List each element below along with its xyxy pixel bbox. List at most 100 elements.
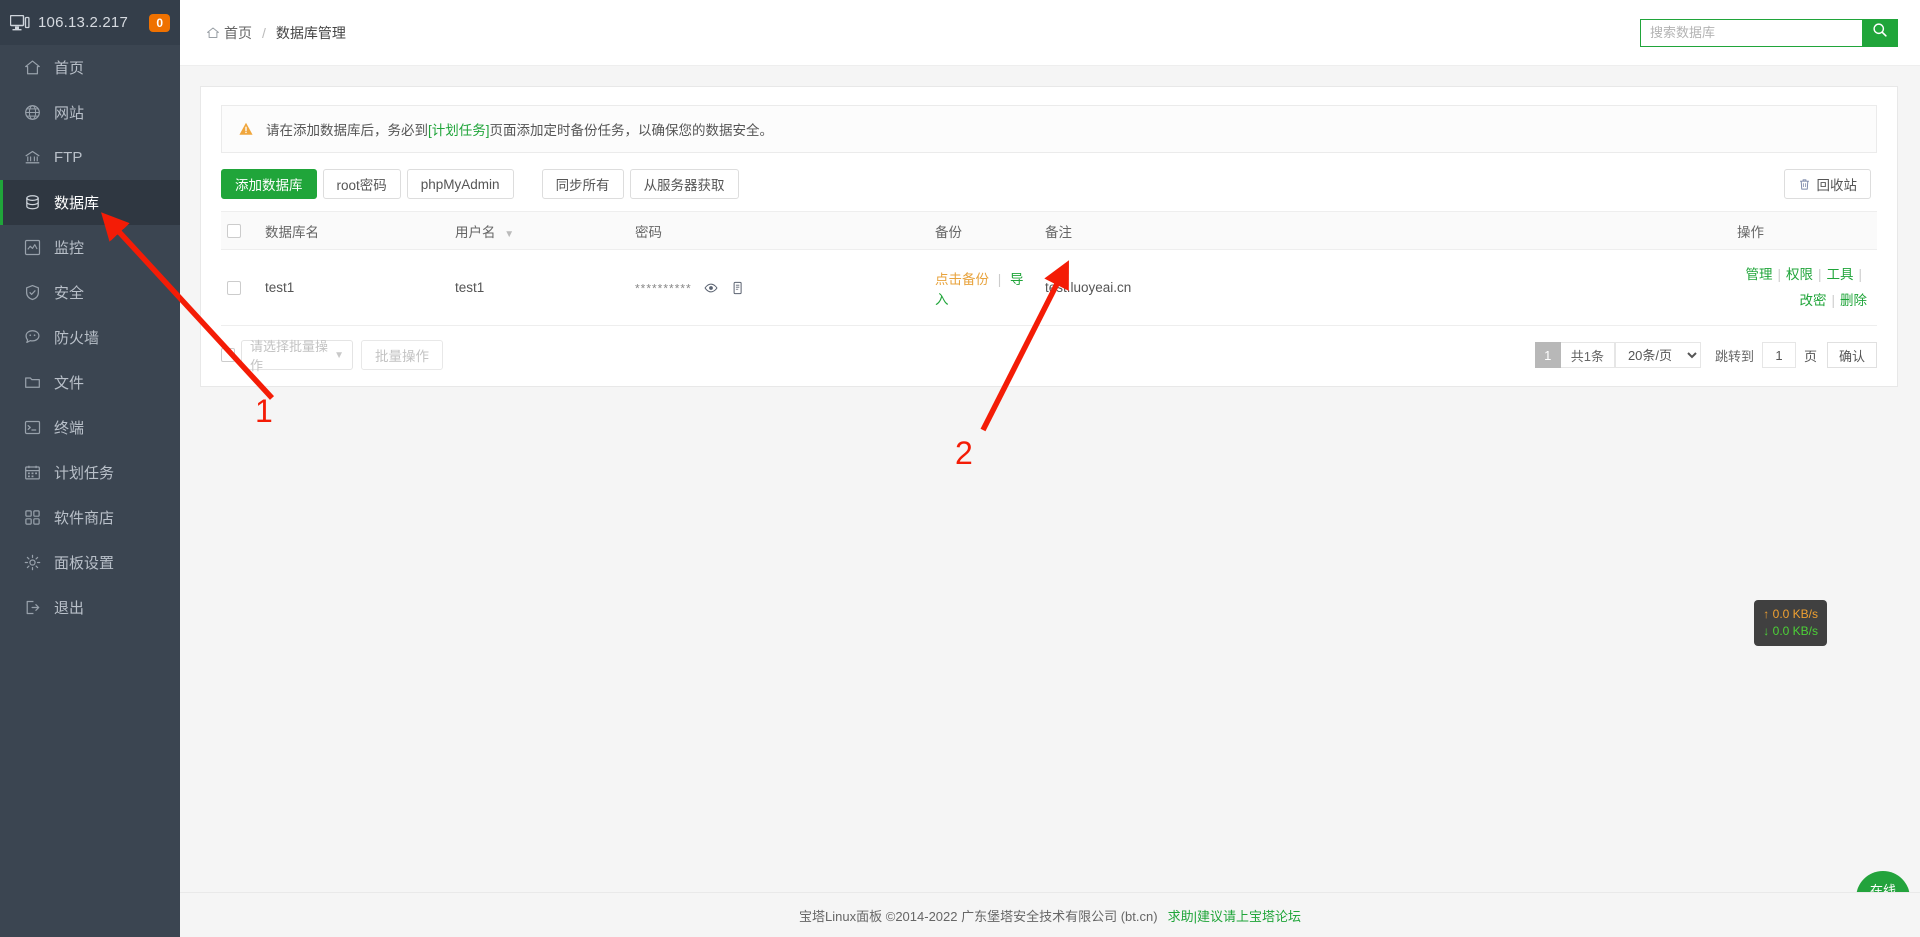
pagination: 1 共1条 10条/页 20条/页 50条/页 100条/页 跳转到 页 确认 (1534, 342, 1877, 369)
sidebar-item-appstore[interactable]: 软件商店 (0, 495, 180, 540)
download-speed: 0.0 KB/s (1772, 624, 1818, 638)
grid-icon (22, 508, 42, 528)
column-header-user[interactable]: 用户名 ▼ (445, 211, 625, 250)
footer-copyright: 宝塔Linux面板 ©2014-2022 广东堡塔安全技术有限公司 (bt.cn… (799, 908, 1158, 924)
search-icon (1872, 22, 1888, 43)
sidebar-item-settings[interactable]: 面板设置 (0, 540, 180, 585)
sidebar: 106.13.2.217 0 首页 网站 FTP 数据库 监控 安全 防火墙 文… (0, 0, 180, 937)
column-header-name: 数据库名 (255, 211, 445, 250)
logout-icon (22, 598, 42, 618)
sidebar-item-crontab[interactable]: 计划任务 (0, 450, 180, 495)
arrow-up-icon: ↑ (1763, 607, 1770, 621)
pagination-current-page[interactable]: 1 (1534, 342, 1561, 369)
op-permission-link[interactable]: 权限 (1786, 267, 1813, 282)
crontab-link[interactable]: [计划任务] (428, 123, 490, 138)
batch-action-select[interactable]: 请选择批量操作 ▼ (241, 339, 353, 373)
pagination-confirm-button[interactable]: 确认 (1826, 342, 1877, 369)
sidebar-item-label: 终端 (54, 420, 85, 437)
row-select-cell (221, 249, 255, 327)
sidebar-item-home[interactable]: 首页 (0, 45, 180, 90)
cell-backup: 点击备份 | 导入 (925, 249, 1035, 327)
password-mask: ********** (635, 281, 692, 296)
sidebar-item-files[interactable]: 文件 (0, 360, 180, 405)
op-manage-link[interactable]: 管理 (1745, 267, 1772, 282)
sidebar-item-logout[interactable]: 退出 (0, 585, 180, 630)
table-footer-bar: 请选择批量操作 ▼ 批量操作 1 共1条 10条/页 20条/页 50条/页 1… (221, 326, 1877, 373)
search-input[interactable] (1640, 18, 1862, 47)
root-password-button[interactable]: root密码 (322, 169, 401, 199)
table-head: 数据库名 用户名 ▼ 密码 备份 备注 操作 (221, 211, 1877, 250)
backup-separator: | (997, 271, 1002, 287)
copy-icon[interactable] (731, 281, 745, 295)
calendar-icon (22, 463, 42, 483)
shield-icon (22, 283, 42, 303)
chart-icon (22, 238, 42, 258)
backup-warning: 请在添加数据库后，务必到[计划任务]页面添加定时备份任务，以确保您的数据安全。 (221, 105, 1877, 153)
sidebar-item-label: 数据库 (54, 195, 100, 212)
sidebar-item-monitor[interactable]: 监控 (0, 225, 180, 270)
trash-icon (1798, 178, 1811, 191)
row-checkbox[interactable] (227, 281, 241, 296)
select-all-checkbox[interactable] (227, 224, 241, 239)
warning-text-after: 页面添加定时备份任务，以确保您的数据安全。 (489, 123, 774, 138)
globe-icon (22, 103, 42, 123)
sidebar-item-label: 安全 (54, 285, 85, 302)
footer-forum-link[interactable]: 求助|建议请上宝塔论坛 (1168, 906, 1301, 925)
firewall-icon (22, 328, 42, 348)
batch-action-value: 请选择批量操作 (250, 339, 329, 374)
table-header-row: 数据库名 用户名 ▼ 密码 备份 备注 操作 (221, 211, 1877, 250)
caret-down-icon: ▼ (334, 349, 344, 361)
eye-icon[interactable] (704, 281, 718, 295)
table-body: test1 test1 ********** 点击备份 | 导入 test.lu… (221, 249, 1877, 327)
folder-icon (22, 373, 42, 393)
op-delete-link[interactable]: 删除 (1840, 293, 1867, 308)
home-icon (22, 58, 42, 78)
sidebar-item-label: 退出 (54, 600, 85, 617)
sidebar-item-website[interactable]: 网站 (0, 90, 180, 135)
pagination-page-unit: 页 (1803, 348, 1817, 364)
sidebar-item-ftp[interactable]: FTP (0, 135, 180, 180)
phpmyadmin-button[interactable]: phpMyAdmin (406, 169, 514, 199)
sidebar-nav: 首页 网站 FTP 数据库 监控 安全 防火墙 文件 终端 计划任务 软件商店 … (0, 45, 180, 630)
op-separator: | (1777, 267, 1781, 282)
database-toolbar: 添加数据库 root密码 phpMyAdmin 同步所有 从服务器获取 回收站 (221, 169, 1877, 199)
breadcrumb-bar: 首页 / 数据库管理 (180, 0, 1920, 66)
sync-all-button[interactable]: 同步所有 (541, 169, 624, 199)
column-header-backup: 备份 (925, 211, 1035, 250)
backup-link[interactable]: 点击备份 (935, 272, 989, 287)
database-table: 数据库名 用户名 ▼ 密码 备份 备注 操作 test1 test1 *****… (221, 211, 1877, 327)
recycle-bin-button[interactable]: 回收站 (1783, 169, 1871, 199)
breadcrumb-home-link[interactable]: 首页 (224, 23, 252, 43)
sidebar-item-terminal[interactable]: 终端 (0, 405, 180, 450)
sidebar-item-firewall[interactable]: 防火墙 (0, 315, 180, 360)
sidebar-item-security[interactable]: 安全 (0, 270, 180, 315)
breadcrumb-separator: / (262, 24, 266, 41)
gear-icon (22, 553, 42, 573)
op-separator: | (1817, 267, 1822, 282)
pagination-total: 共1条 (1560, 342, 1615, 369)
warning-text: 请在添加数据库后，务必到[计划任务]页面添加定时备份任务，以确保您的数据安全。 (266, 119, 773, 139)
cell-operations: 管理 | 权限 | 工具 | 改密 | 删除 (1727, 249, 1877, 327)
fetch-from-server-button[interactable]: 从服务器获取 (629, 169, 739, 199)
pagination-jump-input[interactable] (1761, 342, 1796, 369)
column-header-password: 密码 (625, 211, 925, 250)
sidebar-item-label: 文件 (54, 375, 85, 392)
recycle-bin-label: 回收站 (1816, 178, 1858, 193)
cell-username: test1 (445, 249, 625, 327)
sidebar-header[interactable]: 106.13.2.217 0 (0, 0, 180, 45)
page-size-select[interactable]: 10条/页 20条/页 50条/页 100条/页 (1614, 342, 1701, 369)
footer-select-all-checkbox[interactable] (221, 348, 235, 363)
upload-speed: 0.0 KB/s (1772, 607, 1818, 621)
add-database-button[interactable]: 添加数据库 (221, 169, 317, 199)
upload-speed-row: ↑ 0.0 KB/s (1763, 606, 1818, 623)
breadcrumb-current: 数据库管理 (275, 24, 346, 41)
pagination-jump-label: 跳转到 (1714, 348, 1754, 364)
op-change-password-link[interactable]: 改密 (1799, 293, 1826, 308)
column-header-user-label: 用户名 (455, 224, 496, 240)
database-icon (22, 193, 42, 213)
op-tools-link[interactable]: 工具 (1826, 267, 1853, 282)
notification-badge[interactable]: 0 (149, 13, 170, 32)
search-button[interactable] (1862, 18, 1898, 47)
sidebar-item-database[interactable]: 数据库 (0, 180, 180, 225)
batch-action-button[interactable]: 批量操作 (361, 340, 443, 371)
